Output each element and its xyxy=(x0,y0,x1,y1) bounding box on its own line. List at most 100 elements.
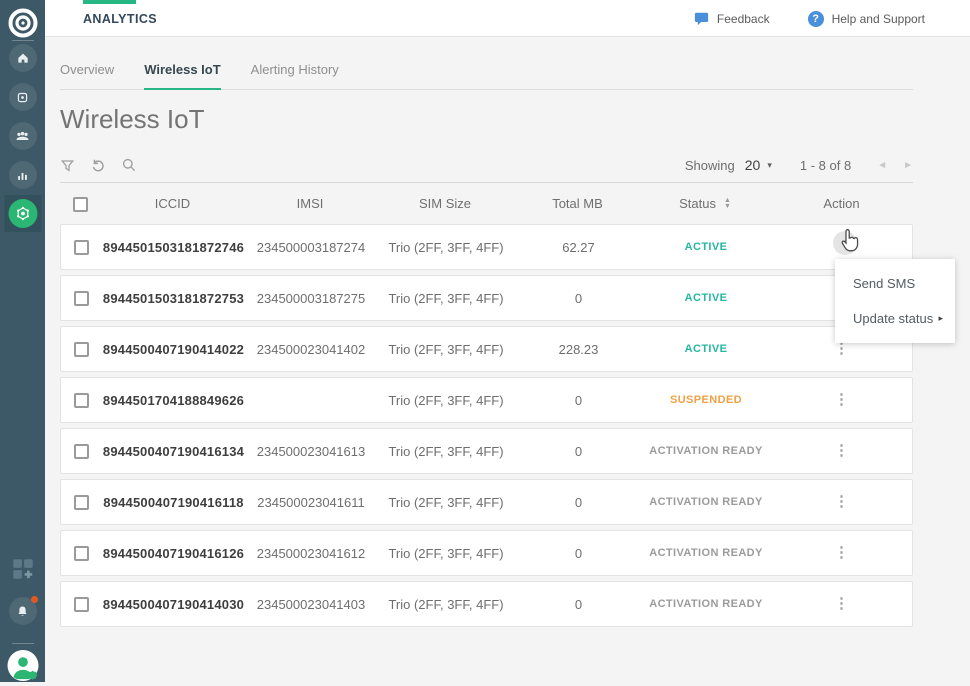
cell-iccid: 8944500407190416118 xyxy=(101,495,246,510)
table-body: 8944501503181872746 234500003187274 Trio… xyxy=(60,224,913,627)
cell-sim-size: Trio (2FF, 3FF, 4FF) xyxy=(376,342,516,357)
col-sim-size: SIM Size xyxy=(375,196,515,211)
menu-item-send-sms[interactable]: Send SMS xyxy=(835,266,955,301)
sidebar-item-users[interactable] xyxy=(9,122,37,150)
feedback-button[interactable]: Feedback xyxy=(694,12,770,26)
cell-total-mb: 62.27 xyxy=(516,240,641,255)
status-badge: ACTIVE xyxy=(641,241,771,253)
row-checkbox[interactable] xyxy=(74,291,89,306)
col-status: Status xyxy=(679,196,716,211)
col-iccid: ICCID xyxy=(100,196,245,211)
col-action: Action xyxy=(770,196,913,211)
kebab-hover-highlight[interactable] xyxy=(833,231,857,255)
row-actions-kebab-icon[interactable]: ⋮ xyxy=(771,546,912,560)
cell-sim-size: Trio (2FF, 3FF, 4FF) xyxy=(376,291,516,306)
active-module-indicator xyxy=(83,0,136,4)
cell-imsi: 234500003187274 xyxy=(246,240,376,255)
status-badge: ACTIVATION READY xyxy=(641,598,771,610)
bell-icon xyxy=(15,604,30,619)
cell-total-mb: 0 xyxy=(516,393,641,408)
settings-gear-icon xyxy=(28,671,37,680)
cell-total-mb: 0 xyxy=(516,291,641,306)
table-row: 8944501704188849626 Trio (2FF, 3FF, 4FF)… xyxy=(60,377,913,423)
submenu-arrow-icon: ▸ xyxy=(938,301,943,336)
cell-total-mb: 228.23 xyxy=(516,342,641,357)
cell-iccid: 8944501704188849626 xyxy=(101,393,246,408)
status-badge: ACTIVATION READY xyxy=(641,547,771,559)
feedback-label: Feedback xyxy=(717,12,770,26)
bar-chart-icon xyxy=(15,168,30,183)
home-icon xyxy=(15,50,31,66)
help-label: Help and Support xyxy=(832,12,925,26)
page-title: Wireless IoT xyxy=(60,104,970,135)
sidebar-item-notifications[interactable] xyxy=(9,597,37,625)
sort-status-icon[interactable]: ▲▼ xyxy=(724,198,731,210)
table-row: 8944500407190416126 234500023041612 Trio… xyxy=(60,530,913,576)
help-support-button[interactable]: ? Help and Support xyxy=(808,11,925,27)
cell-imsi: 234500023041612 xyxy=(246,546,376,561)
row-checkbox[interactable] xyxy=(74,495,89,510)
sidebar-item-home[interactable] xyxy=(9,44,37,72)
app-logo-icon[interactable] xyxy=(7,7,39,39)
cell-sim-size: Trio (2FF, 3FF, 4FF) xyxy=(376,240,516,255)
row-checkbox[interactable] xyxy=(74,342,89,357)
menu-item-update-status[interactable]: Update status ▸ xyxy=(835,301,955,336)
cell-sim-size: Trio (2FF, 3FF, 4FF) xyxy=(376,393,516,408)
table-row: 8944501503181872746 234500003187274 Trio… xyxy=(60,224,913,270)
col-imsi: IMSI xyxy=(245,196,375,211)
caret-down-icon: ▾ xyxy=(767,160,772,171)
sim-table: ICCID IMSI SIM Size Total MB Status ▲▼ A… xyxy=(60,182,913,627)
cell-total-mb: 0 xyxy=(516,546,641,561)
row-actions-kebab-icon[interactable]: ⋮ xyxy=(771,495,912,509)
refresh-undo-icon[interactable] xyxy=(90,157,106,173)
help-icon: ? xyxy=(808,11,824,27)
cell-iccid: 8944501503181872746 xyxy=(101,240,246,255)
table-row: 8944500407190416134 234500023041613 Trio… xyxy=(60,428,913,474)
plus-icon xyxy=(24,571,32,579)
select-all-checkbox[interactable] xyxy=(73,197,88,212)
row-actions-kebab-icon[interactable]: ⋮ xyxy=(771,342,912,356)
cell-imsi: 234500023041613 xyxy=(246,444,376,459)
page-next-button[interactable]: ► xyxy=(903,160,913,171)
avatar-person-icon xyxy=(7,650,38,681)
pagination-range: 1 - 8 of 8 xyxy=(800,158,851,173)
row-checkbox[interactable] xyxy=(74,393,89,408)
row-checkbox[interactable] xyxy=(74,444,89,459)
table-header: ICCID IMSI SIM Size Total MB Status ▲▼ A… xyxy=(60,182,913,224)
cell-iccid: 8944500407190414022 xyxy=(101,342,246,357)
search-icon[interactable] xyxy=(121,157,137,173)
row-actions-kebab-icon[interactable]: ⋮ xyxy=(771,393,912,407)
filter-icon[interactable] xyxy=(60,158,75,173)
status-badge: ACTIVATION READY xyxy=(641,496,771,508)
tab-alerting-history[interactable]: Alerting History xyxy=(251,62,339,89)
row-actions-kebab-icon[interactable]: ⋮ xyxy=(771,597,912,611)
row-actions-kebab-icon[interactable]: ⋮ xyxy=(771,444,912,458)
status-badge: ACTIVE xyxy=(641,292,771,304)
user-avatar[interactable] xyxy=(7,650,38,681)
active-item-highlight xyxy=(8,199,37,228)
main-content: Overview Wireless IoT Alerting History W… xyxy=(45,38,970,682)
table-row: 8944500407190414030 234500023041403 Trio… xyxy=(60,581,913,627)
sidebar-item-wireless-iot-active[interactable] xyxy=(4,195,41,232)
sidebar-item-connections[interactable] xyxy=(9,83,37,111)
page-prev-button[interactable]: ◄ xyxy=(877,160,887,171)
iot-network-icon xyxy=(13,204,32,223)
row-checkbox[interactable] xyxy=(74,240,89,255)
tab-wireless-iot[interactable]: Wireless IoT xyxy=(144,62,220,89)
chat-bubble-icon xyxy=(694,12,709,26)
row-checkbox[interactable] xyxy=(74,546,89,561)
row-context-menu: Send SMS Update status ▸ xyxy=(835,259,955,343)
table-row: 8944500407190416118 234500023041611 Trio… xyxy=(60,479,913,525)
sidebar-divider xyxy=(12,643,34,644)
row-checkbox[interactable] xyxy=(74,597,89,612)
sidebar-item-analytics[interactable] xyxy=(9,161,37,189)
connections-icon xyxy=(15,90,30,105)
tab-bar: Overview Wireless IoT Alerting History xyxy=(60,62,913,90)
page-size-dropdown[interactable]: 20 ▾ xyxy=(745,157,772,173)
sidebar-item-apps-add[interactable] xyxy=(10,556,36,582)
top-bar: ANALYTICS Feedback ? Help and Support xyxy=(45,0,970,37)
sidebar xyxy=(0,0,45,682)
cell-iccid: 8944501503181872753 xyxy=(101,291,246,306)
cell-total-mb: 0 xyxy=(516,495,641,510)
tab-overview[interactable]: Overview xyxy=(60,62,114,89)
